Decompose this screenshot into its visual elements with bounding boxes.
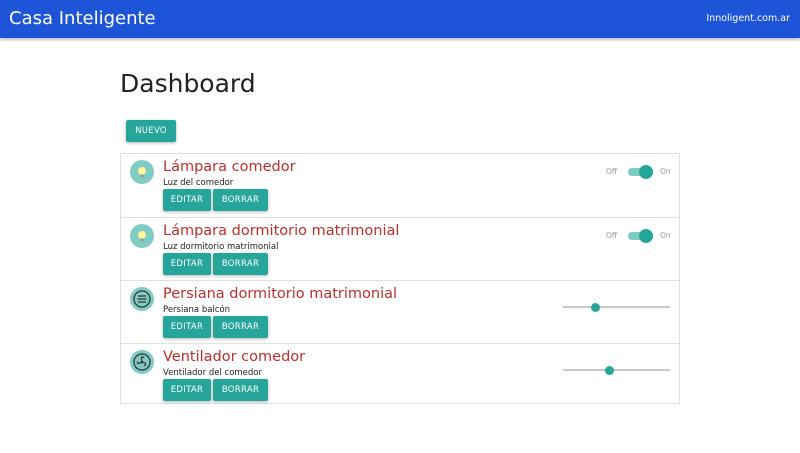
brand-logo-text[interactable]: Casa Inteligente [9,8,156,30]
edit-button[interactable]: EDITAR [163,379,211,401]
power-switch-knob[interactable] [639,229,653,243]
fan-icon [130,350,154,374]
top-navbar: Casa Inteligente Innoligent.com.ar [0,0,800,38]
delete-button[interactable]: BORRAR [213,253,268,275]
device-item-persiana: Persiana dormitorio matrimonial Persiana… [121,280,679,343]
page-title: Dashboard [120,69,256,98]
device-item-lampara-comedor: Lámpara comedor Luz del comedor EDITAR B… [121,154,679,217]
edit-button[interactable]: EDITAR [163,253,211,275]
device-description: Luz del comedor [163,178,234,188]
lightbulb-icon [130,160,154,184]
delete-button[interactable]: BORRAR [213,379,268,401]
device-list: Lámpara comedor Luz del comedor EDITAR B… [120,153,680,404]
device-name: Lámpara dormitorio matrimonial [163,223,400,239]
device-item-ventilador: Ventilador comedor Ventilador del comedo… [121,343,679,406]
device-name: Lámpara comedor [163,159,296,175]
edit-button[interactable]: EDITAR [163,189,211,211]
lightbulb-icon [130,224,154,248]
site-link[interactable]: Innoligent.com.ar [706,13,790,25]
device-name: Ventilador comedor [163,349,306,365]
device-description: Persiana balcón [163,305,231,315]
level-slider-thumb[interactable] [604,366,614,375]
device-description: Luz dormitorio matrimonial [163,242,279,252]
new-device-button[interactable]: NUEVO [126,120,176,142]
switch-on-label: On [660,167,671,176]
device-name: Persiana dormitorio matrimonial [163,286,398,302]
delete-button[interactable]: BORRAR [213,316,268,338]
delete-button[interactable]: BORRAR [213,189,268,211]
device-description: Ventilador del comedor [163,368,262,378]
level-slider-thumb[interactable] [590,303,600,312]
edit-button[interactable]: EDITAR [163,316,211,338]
switch-off-label: Off [606,231,618,240]
power-switch-knob[interactable] [639,165,653,179]
level-slider[interactable] [563,306,670,308]
level-slider[interactable] [563,369,670,371]
switch-off-label: Off [606,167,618,176]
switch-on-label: On [660,231,671,240]
blind-icon [130,287,154,311]
device-item-lampara-dormitorio: Lámpara dormitorio matrimonial Luz dormi… [121,217,679,280]
